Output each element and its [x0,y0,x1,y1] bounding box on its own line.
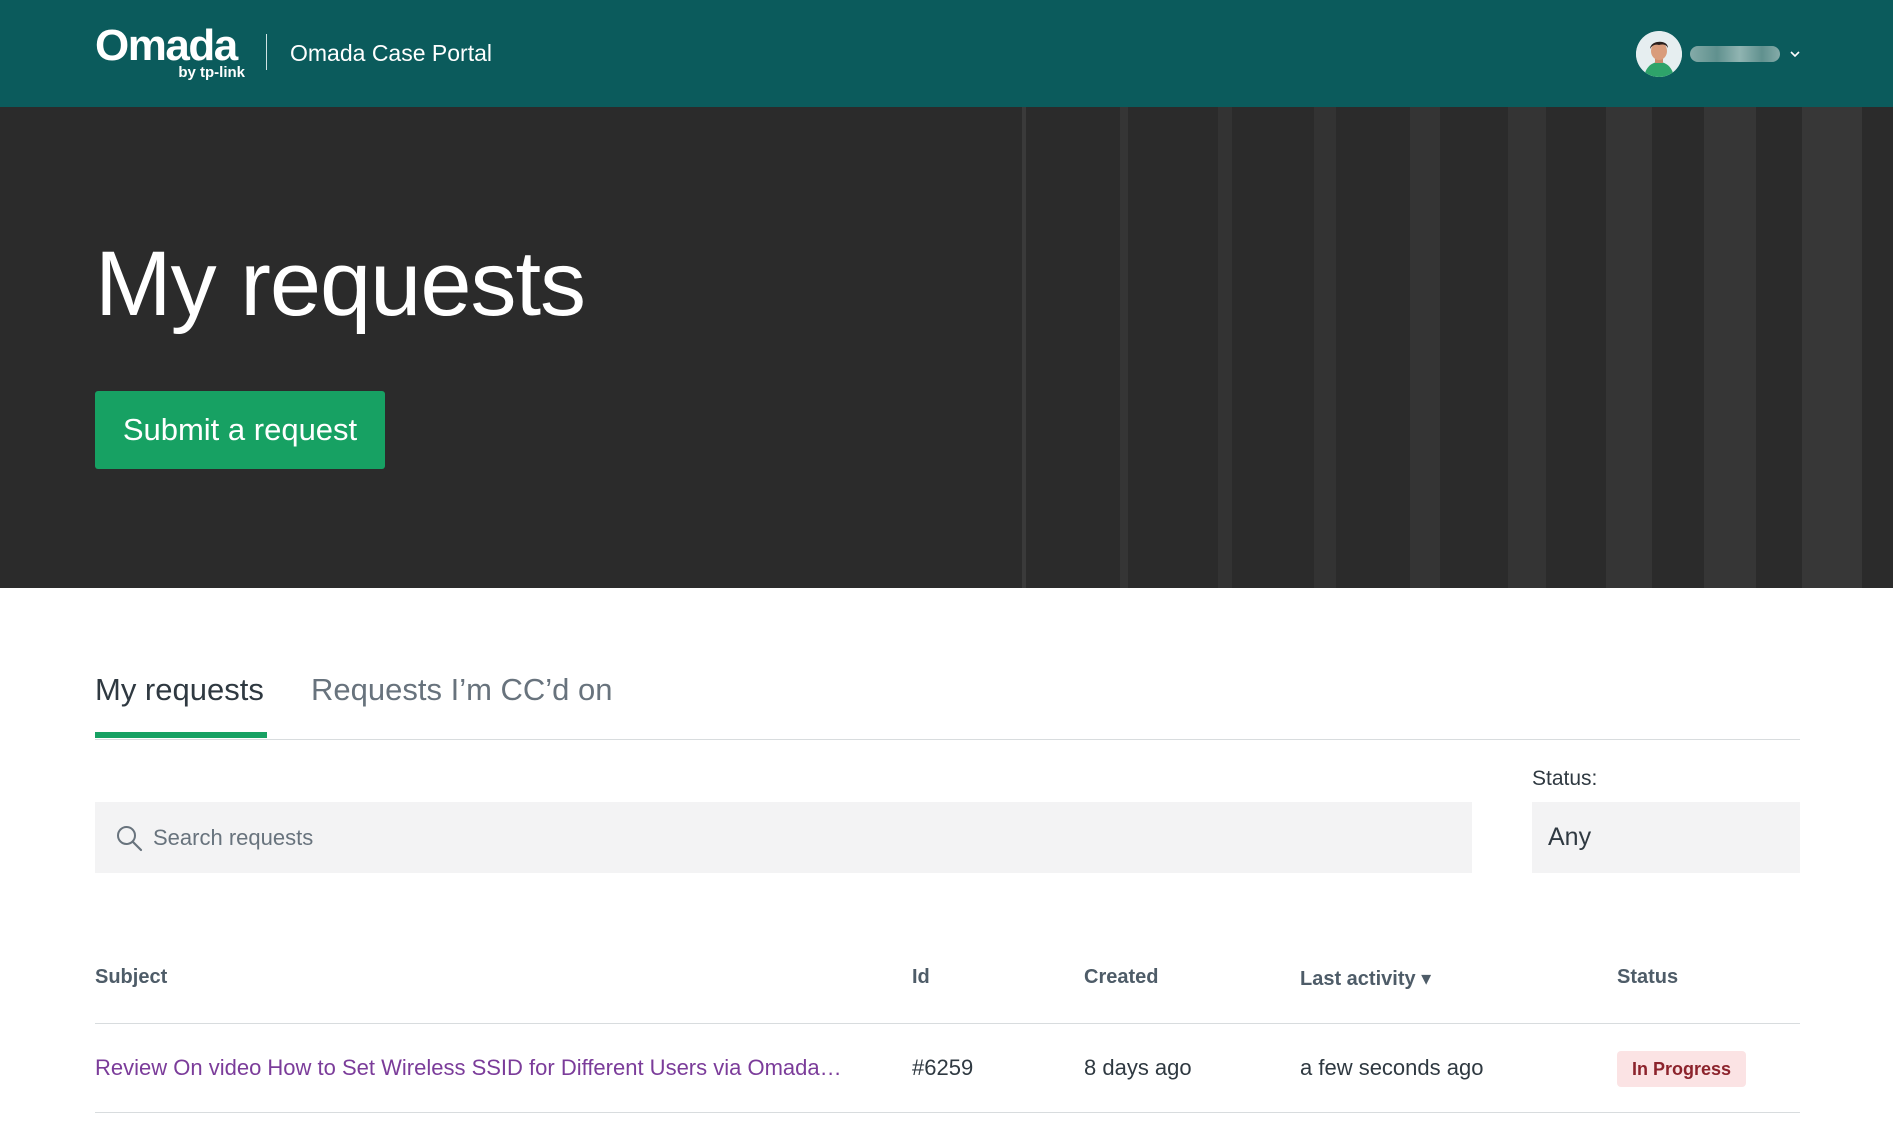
user-menu[interactable] [1636,31,1802,77]
hero-banner: My requests Submit a request [0,107,1893,588]
portal-title[interactable]: Omada Case Portal [290,40,492,67]
status-filter-select[interactable]: Any [1532,802,1800,873]
hero-stripe [1508,107,1546,588]
request-id: #6259 [912,1055,974,1080]
column-header-subject[interactable]: Subject [95,966,167,989]
tab-requests-cc[interactable]: Requests I’m CC’d on [311,672,613,708]
hero-stripe [1120,107,1128,588]
hero-stripe [1314,107,1336,588]
submit-request-button[interactable]: Submit a request [95,391,385,469]
request-created: 8 days ago [1084,1055,1192,1080]
top-header: Omada by tp-link Omada Case Portal [0,0,1893,107]
user-avatar-icon [1636,31,1682,77]
table-header-divider [95,1023,1800,1024]
table-row-divider [95,1112,1800,1113]
hero-stripe [1022,107,1026,588]
logo-wordmark: Omada [95,21,238,70]
tab-my-requests[interactable]: My requests [95,672,264,708]
column-header-status[interactable]: Status [1617,966,1678,989]
hero-stripe [1802,107,1862,588]
request-tabs: My requests Requests I’m CC’d on [95,668,1800,740]
status-filter-label: Status: [1532,767,1598,790]
column-header-id[interactable]: Id [912,966,930,989]
search-icon [117,826,143,852]
request-subject-link[interactable]: Review On video How to Set Wireless SSID… [95,1055,845,1081]
hero-stripe [1410,107,1440,588]
search-input[interactable] [153,802,1453,873]
hero-stripe [1606,107,1652,588]
user-name-redacted [1690,46,1780,62]
logo-subtitle: by tp-link [178,64,245,81]
chevron-down-icon [1790,51,1800,58]
active-tab-indicator [95,732,267,738]
search-box [95,802,1472,873]
status-badge: In Progress [1617,1051,1747,1087]
page-title: My requests [95,233,586,335]
request-last-activity: a few seconds ago [1300,1055,1484,1080]
hero-stripe [1218,107,1232,588]
brand-logo-link[interactable]: Omada by tp-link [95,24,247,84]
hero-stripe [1704,107,1756,588]
header-divider [266,34,267,70]
omada-logo: Omada by tp-link [95,24,247,84]
column-header-last-activity[interactable]: Last activity ▾ [1300,966,1431,991]
column-header-created[interactable]: Created [1084,966,1158,989]
